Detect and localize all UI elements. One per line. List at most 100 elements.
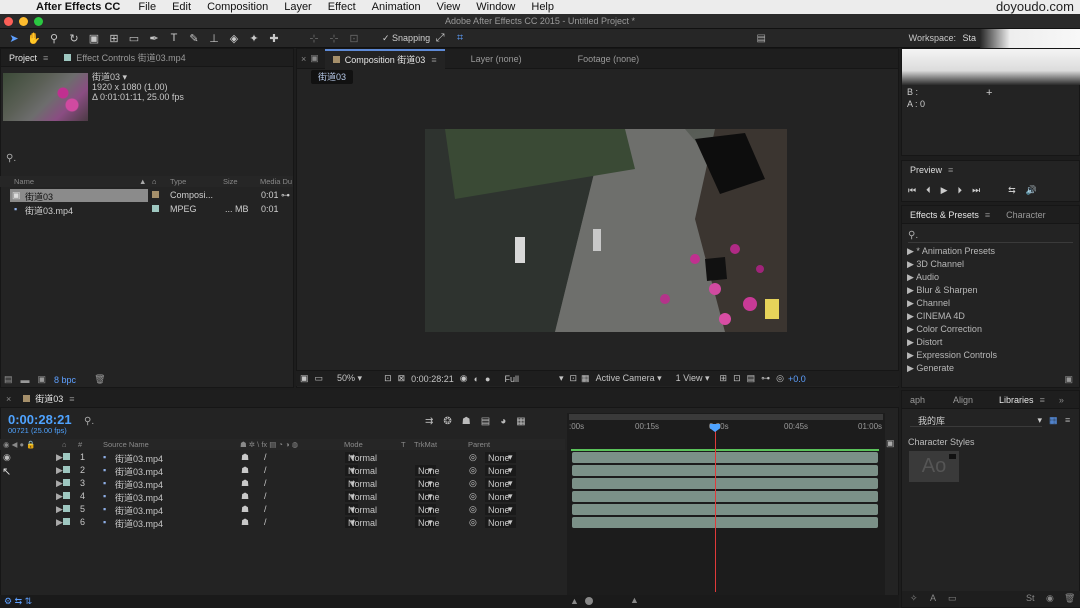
menu-effect[interactable]: Effect [320,1,364,13]
pickwhip-icon[interactable]: ◎ [469,517,477,528]
tab-effects-presets[interactable]: Effects & Presets ≡ [902,210,998,220]
menu-help[interactable]: Help [523,1,562,13]
axis-world-icon[interactable]: ⊹ [324,32,344,45]
camera-dropdown[interactable]: Active Camera ▾ [596,373,662,384]
layer-duration-bar[interactable] [572,452,878,463]
new-preset-icon[interactable]: ▣ [1064,374,1073,385]
expand-arrow-icon[interactable]: ▶ [56,491,63,502]
quality-icon[interactable]: / [264,491,267,501]
effects-category[interactable]: ▶ Channel [907,298,950,309]
menu-composition[interactable]: Composition [199,1,276,13]
eraser-tool-icon[interactable]: ◈ [224,32,244,45]
trkmat-dropdown[interactable]: None ▾ [415,465,440,476]
shy-icon[interactable]: ☗ [241,478,249,489]
project-row[interactable]: ▪ 街道03.mp4 MPEG ... MB 0:01 [0,203,293,216]
clone-stamp-tool-icon[interactable]: ⊥ [204,32,224,45]
pickwhip-icon[interactable]: ◎ [469,478,477,489]
current-time[interactable]: 0:00:28:21 [411,374,454,384]
region-icon[interactable]: ▭ [315,373,324,384]
quality-icon[interactable]: / [264,517,267,527]
toggle-pixel-icon[interactable]: ⊞ [720,373,728,384]
menu-file[interactable]: File [130,1,164,13]
effects-search-icon[interactable]: ⚲. [908,230,918,241]
expand-panel-icon[interactable]: » [1059,395,1064,405]
menu-edit[interactable]: Edit [164,1,199,13]
shy-icon[interactable]: ☗ [241,504,249,515]
transparency-grid-icon[interactable]: ▦ [581,373,590,384]
quality-icon[interactable]: / [264,478,267,488]
effects-category[interactable]: ▶ Blur & Sharpen [907,285,977,296]
comp-button-icon[interactable]: ▣ [886,438,895,449]
flowchart-icon[interactable]: ⊶ [281,190,290,201]
trkmat-dropdown[interactable]: None ▾ [415,491,440,502]
parent-dropdown[interactable]: None ▾ [485,491,516,502]
trash-icon[interactable]: 🗑 [1064,593,1075,604]
parent-dropdown[interactable]: None ▾ [485,465,516,476]
graph-editor-icon[interactable]: ▦ [516,416,525,427]
rotate-tool-icon[interactable]: ↻ [64,32,84,45]
loop-icon[interactable]: ⇆ [1008,185,1016,196]
col-t[interactable]: T [401,440,406,449]
type-tool-icon[interactable]: T [164,32,184,44]
timeline-search-icon[interactable]: ⚲. [84,416,94,427]
layer-row[interactable]: ▶ 5 ▪ 街道03.mp4 ☗ / Normal ▾ None ▾ ◎ Non… [0,503,565,516]
snapshot-icon[interactable]: ◉ [460,373,468,384]
pen-tool-icon[interactable]: ✒ [144,32,164,45]
tab-project[interactable]: Project ≡ [1,53,56,63]
fast-preview-icon[interactable]: ⊡ [733,373,741,384]
snap-options-icon[interactable]: ⤢ [430,32,450,45]
close-tab-icon[interactable]: × [0,394,15,404]
effects-category[interactable]: ▶ Audio [907,272,939,283]
tab-composition[interactable]: Composition 街道03 ≡ [324,48,445,69]
playhead-line[interactable] [715,424,716,592]
audio-icon[interactable]: 🔊 [1026,185,1037,196]
tab-libraries[interactable]: Libraries ≡ [991,395,1053,405]
play-icon[interactable]: ▶ [941,185,948,196]
expand-arrow-icon[interactable]: ▶ [56,517,63,528]
axis-view-icon[interactable]: ⊡ [344,32,364,45]
effects-category[interactable]: ▶ CINEMA 4D [907,311,965,322]
effects-category[interactable]: ▶ Expression Controls [907,350,997,361]
quality-icon[interactable]: / [264,465,267,475]
bpc-button[interactable]: 8 bpc [54,375,76,385]
layer-duration-bar[interactable] [572,478,878,489]
stock-icon[interactable]: St [1026,593,1035,603]
effects-category[interactable]: ▶ 3D Channel [907,259,964,270]
character-style-swatch[interactable]: Ao [909,451,959,482]
new-folder-icon[interactable]: ▬ [21,375,30,385]
layer-duration-bar[interactable] [572,517,878,528]
layer-duration-bar[interactable] [572,491,878,502]
col-name[interactable]: Name [14,177,34,186]
pickwhip-icon[interactable]: ◎ [469,465,477,476]
col-type[interactable]: Type [170,177,186,186]
trkmat-dropdown[interactable]: None ▾ [415,517,440,528]
col-mode[interactable]: Mode [344,440,363,449]
composition-viewer[interactable] [425,129,787,332]
label-color-swatch[interactable] [63,518,70,525]
sort-arrow-icon[interactable]: ▲ [139,177,146,186]
mode-dropdown[interactable]: Normal ▾ [345,478,377,489]
layer-row[interactable]: ▶ 4 ▪ 街道03.mp4 ☗ / Normal ▾ None ▾ ◎ Non… [0,490,565,503]
label-color-swatch[interactable] [63,479,70,486]
pickwhip-icon[interactable]: ◎ [469,452,477,463]
resolution-chevron-icon[interactable]: ▾ [559,373,564,384]
list-view-icon[interactable]: ≡ [1065,415,1070,425]
mode-dropdown[interactable]: Normal ▾ [345,452,377,463]
label-color-swatch[interactable] [152,205,159,212]
timeline-icon[interactable]: ▤ [747,373,756,384]
trkmat-dropdown[interactable]: None ▾ [415,504,440,515]
roi-icon[interactable]: ⊠ [398,373,406,384]
expand-arrow-icon[interactable]: ▶ [56,465,63,476]
trkmat-dropdown[interactable]: None ▾ [415,478,440,489]
new-comp-icon[interactable]: ▣ [38,374,47,385]
shy-icon[interactable]: ☗ [241,452,249,463]
tab-align[interactable]: Align [945,395,981,405]
add-color-icon[interactable]: ▭ [948,593,957,604]
col-parent[interactable]: Parent [468,440,490,449]
mode-dropdown[interactable]: Normal ▾ [345,465,377,476]
project-search-icon[interactable]: ⚲. [6,153,16,164]
brush-tool-icon[interactable]: ✎ [184,32,204,45]
flowchart-icon[interactable]: ⊶ [761,373,770,384]
expand-arrow-icon[interactable]: ▶ [56,452,63,463]
grid-view-icon[interactable]: ▦ [1049,415,1058,426]
